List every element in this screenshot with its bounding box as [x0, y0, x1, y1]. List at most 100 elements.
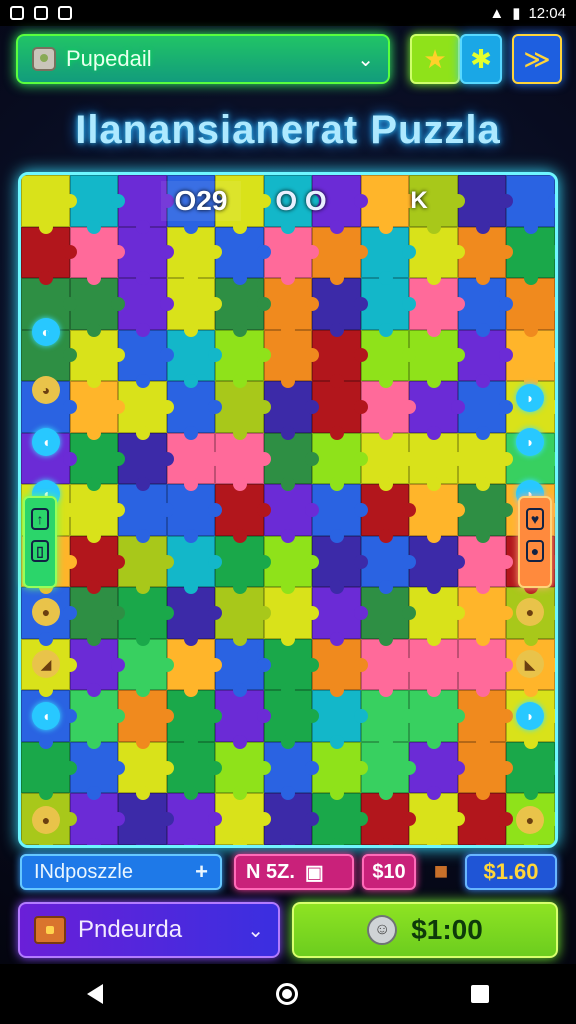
home-icon[interactable]	[275, 983, 298, 1005]
puzzle-piece[interactable]	[312, 226, 368, 285]
puzzle-piece[interactable]	[360, 690, 416, 749]
puzzle-piece[interactable]	[21, 741, 76, 800]
puzzle-piece[interactable]	[263, 793, 319, 845]
puzzle-piece[interactable]	[457, 535, 513, 594]
puzzle-piece[interactable]	[166, 278, 222, 337]
side-marker-left[interactable]: ◕	[32, 376, 60, 404]
category-dropdown[interactable]: Pndeurda ⌄	[18, 902, 280, 958]
puzzle-piece[interactable]	[409, 432, 465, 491]
puzzle-piece[interactable]	[69, 278, 125, 337]
puzzle-piece[interactable]	[312, 638, 368, 697]
heart-icon[interactable]: ♥	[526, 508, 544, 530]
puzzle-piece[interactable]	[118, 278, 174, 337]
puzzle-piece[interactable]	[263, 278, 319, 337]
puzzle-piece[interactable]	[215, 278, 271, 337]
star-button[interactable]: ★	[410, 34, 460, 84]
puzzle-piece[interactable]	[118, 793, 174, 845]
puzzle-piece[interactable]	[263, 226, 319, 285]
arrow-up-icon[interactable]: ↑	[31, 508, 49, 530]
puzzle-piece[interactable]	[215, 741, 271, 800]
puzzle-piece[interactable]	[263, 329, 319, 388]
puzzle-selector[interactable]: Pupedail ⌄	[16, 34, 390, 84]
buy-button[interactable]: ☺ $1:00	[292, 902, 558, 958]
side-marker-right[interactable]: ◗	[516, 428, 544, 456]
pieces-counter[interactable]: N 5Z. ▣	[234, 854, 354, 890]
puzzle-piece[interactable]	[118, 381, 174, 440]
puzzle-piece[interactable]	[312, 741, 368, 800]
puzzle-piece[interactable]	[409, 329, 465, 388]
puzzle-piece[interactable]	[312, 587, 368, 646]
left-tool-panel[interactable]: ↑ ▯	[23, 496, 57, 588]
puzzle-piece[interactable]	[457, 587, 513, 646]
puzzle-piece[interactable]	[506, 741, 555, 800]
puzzle-piece[interactable]	[263, 638, 319, 697]
side-marker-right[interactable]: ◗	[516, 384, 544, 412]
puzzle-piece[interactable]	[166, 741, 222, 800]
puzzle-piece[interactable]	[21, 226, 76, 285]
puzzle-piece[interactable]	[215, 329, 271, 388]
puzzle-piece[interactable]	[506, 329, 555, 388]
puzzle-piece[interactable]	[457, 226, 513, 285]
puzzle-name-button[interactable]: INdposzzle +	[20, 854, 222, 890]
puzzle-piece[interactable]	[118, 175, 174, 234]
puzzle-piece[interactable]	[506, 175, 555, 234]
puzzle-piece[interactable]	[360, 535, 416, 594]
puzzle-piece[interactable]	[69, 432, 125, 491]
side-marker-right[interactable]: ●	[516, 806, 544, 834]
puzzle-piece[interactable]	[263, 741, 319, 800]
puzzle-piece[interactable]	[215, 226, 271, 285]
puzzle-piece[interactable]	[360, 484, 416, 543]
puzzle-piece[interactable]	[21, 175, 76, 234]
puzzle-piece[interactable]	[69, 638, 125, 697]
side-marker-right[interactable]: ●	[516, 598, 544, 626]
puzzle-piece[interactable]	[457, 432, 513, 491]
side-marker-left[interactable]: ◢	[32, 650, 60, 678]
puzzle-piece[interactable]	[69, 226, 125, 285]
puzzle-piece[interactable]	[69, 329, 125, 388]
puzzle-piece[interactable]	[409, 381, 465, 440]
puzzle-piece[interactable]	[263, 690, 319, 749]
puzzle-piece[interactable]	[409, 587, 465, 646]
puzzle-piece[interactable]	[166, 587, 222, 646]
puzzle-piece[interactable]	[118, 329, 174, 388]
right-tool-panel[interactable]: ♥ ●	[518, 496, 552, 588]
puzzle-piece[interactable]	[312, 278, 368, 337]
puzzle-piece[interactable]	[118, 638, 174, 697]
puzzle-piece[interactable]	[409, 638, 465, 697]
puzzle-piece[interactable]	[506, 278, 555, 337]
puzzle-piece[interactable]	[166, 793, 222, 845]
side-marker-left[interactable]: ◖	[32, 702, 60, 730]
puzzle-piece[interactable]	[506, 226, 555, 285]
puzzle-piece[interactable]	[215, 535, 271, 594]
puzzle-piece[interactable]	[312, 381, 368, 440]
puzzle-piece[interactable]	[360, 432, 416, 491]
side-marker-left[interactable]: ●	[32, 598, 60, 626]
puzzle-piece[interactable]	[457, 793, 513, 845]
puzzle-piece[interactable]	[166, 381, 222, 440]
side-marker-left[interactable]: ◐	[32, 318, 60, 346]
crosshair-button[interactable]: ✱	[460, 34, 502, 84]
puzzle-piece[interactable]	[166, 484, 222, 543]
puzzle-piece[interactable]	[69, 484, 125, 543]
puzzle-piece[interactable]	[118, 535, 174, 594]
puzzle-piece[interactable]	[215, 793, 271, 845]
puzzle-piece[interactable]	[69, 587, 125, 646]
puzzle-piece[interactable]	[263, 381, 319, 440]
puzzle-piece[interactable]	[166, 432, 222, 491]
puzzle-piece[interactable]	[263, 535, 319, 594]
puzzle-piece[interactable]	[215, 381, 271, 440]
chest-icon[interactable]: ■	[424, 854, 458, 890]
puzzle-piece[interactable]	[69, 690, 125, 749]
side-marker-left[interactable]: ◖	[32, 428, 60, 456]
puzzle-piece[interactable]	[457, 278, 513, 337]
puzzle-piece[interactable]	[457, 329, 513, 388]
puzzle-piece[interactable]	[69, 741, 125, 800]
side-marker-left[interactable]: ●	[32, 806, 60, 834]
puzzle-piece[interactable]	[312, 484, 368, 543]
side-marker-right[interactable]: ◗	[516, 702, 544, 730]
puzzle-piece[interactable]	[69, 175, 125, 234]
puzzle-piece[interactable]	[118, 226, 174, 285]
puzzle-piece[interactable]	[457, 741, 513, 800]
puzzle-piece[interactable]	[360, 278, 416, 337]
block-icon[interactable]: ▯	[31, 540, 49, 562]
